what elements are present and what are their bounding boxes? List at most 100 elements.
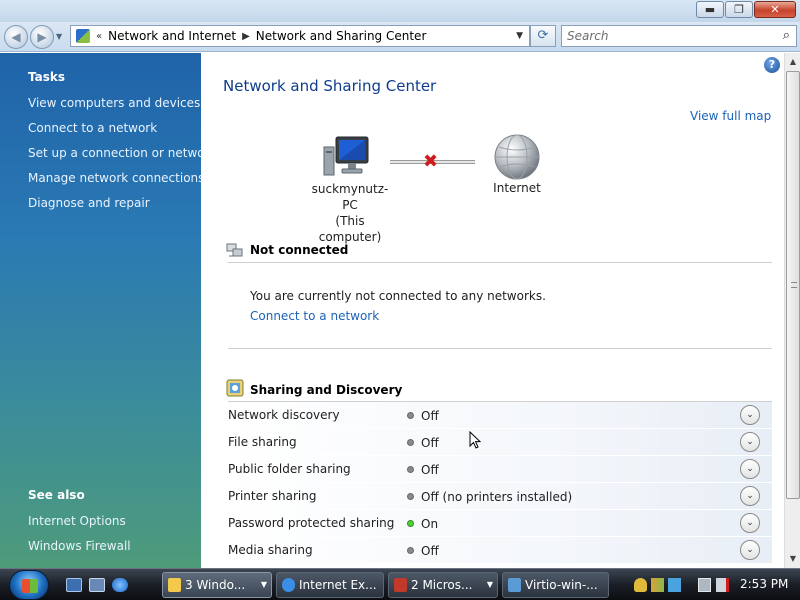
taskbar-item-label: 2 Micros...: [411, 578, 473, 592]
sharing-row-printer-sharing: Printer sharing Off (no printers install…: [226, 483, 772, 510]
status-off-icon: [407, 412, 414, 419]
sidebar-link-connect-network[interactable]: Connect to a network: [28, 121, 157, 135]
taskbar-item-virtio-win[interactable]: Virtio-win-...: [502, 572, 609, 598]
sidebar-link-diagnose-repair[interactable]: Diagnose and repair: [28, 196, 150, 210]
history-dropdown-icon[interactable]: ▼: [56, 32, 62, 41]
computer-name: suckmynutz-PC: [311, 182, 389, 212]
windows-defender-icon[interactable]: [668, 578, 681, 592]
sharing-setting-status: Off: [421, 409, 439, 423]
back-button[interactable]: ◀: [4, 25, 28, 49]
group-dropdown-icon: ▼: [260, 580, 267, 589]
back-arrow-icon: ◀: [11, 30, 21, 44]
disconnected-x-icon[interactable]: ✖: [423, 151, 438, 172]
show-desktop-icon[interactable]: [66, 578, 82, 592]
sidebar-link-internet-options[interactable]: Internet Options: [28, 514, 126, 528]
computer-icon[interactable]: [322, 135, 370, 179]
refresh-button[interactable]: ⟳: [530, 25, 556, 47]
scrollbar-thumb[interactable]: [786, 71, 800, 499]
sidebar-link-view-computers[interactable]: View computers and devices: [28, 96, 200, 110]
forward-arrow-icon: ▶: [37, 30, 47, 44]
expand-button[interactable]: ⌄: [740, 513, 760, 533]
scroll-grip-icon: [791, 282, 797, 288]
status-off-icon: [407, 439, 414, 446]
expand-button[interactable]: ⌄: [740, 486, 760, 506]
maximize-button[interactable]: ❐: [725, 1, 753, 18]
minimize-button[interactable]: ▬: [696, 1, 724, 18]
start-button[interactable]: [9, 570, 49, 600]
status-off-icon: [407, 547, 414, 554]
expand-button[interactable]: ⌄: [740, 432, 760, 452]
breadcrumb-overflow-icon[interactable]: «: [96, 31, 102, 42]
switch-windows-icon[interactable]: [89, 578, 105, 592]
breadcrumb-network-and-sharing-center[interactable]: Network and Sharing Center: [256, 29, 427, 43]
expand-button[interactable]: ⌄: [740, 405, 760, 425]
sharing-row-file-sharing: File sharing Off ⌄: [226, 429, 772, 456]
sharing-setting-name: Printer sharing: [228, 489, 317, 503]
close-button[interactable]: ✕: [754, 1, 796, 18]
expand-button[interactable]: ⌄: [740, 540, 760, 560]
network-disconnected-icon[interactable]: [698, 578, 711, 592]
internet-globe-icon[interactable]: [493, 133, 541, 181]
internet-explorer-icon[interactable]: [112, 578, 128, 592]
expand-button[interactable]: ⌄: [740, 459, 760, 479]
address-bar[interactable]: « Network and Internet ▶ Network and Sha…: [70, 25, 530, 47]
system-clock[interactable]: 2:53 PM: [740, 577, 788, 591]
sharing-row-public-folder-sharing: Public folder sharing Off ⌄: [226, 456, 772, 483]
windows-update-icon[interactable]: [651, 578, 664, 592]
breadcrumb-network-and-internet[interactable]: Network and Internet: [108, 29, 236, 43]
sidebar-link-windows-firewall[interactable]: Windows Firewall: [28, 539, 131, 553]
sharing-setting-name: Network discovery: [228, 408, 340, 422]
sharing-discovery-icon: [226, 379, 244, 397]
sharing-setting-status: On: [421, 517, 439, 531]
internet-label: Internet: [493, 181, 541, 195]
volume-muted-icon[interactable]: [716, 578, 729, 592]
sharing-discovery-title: Sharing and Discovery: [250, 383, 403, 397]
search-icon[interactable]: ⌕: [783, 28, 790, 43]
sharing-setting-status: Off (no printers installed): [421, 490, 573, 504]
section-divider: [228, 262, 772, 263]
sharing-setting-name: File sharing: [228, 435, 297, 449]
connect-to-network-link[interactable]: Connect to a network: [250, 309, 379, 323]
mouse-cursor-icon: [469, 431, 481, 449]
scroll-up-icon[interactable]: ▲: [786, 54, 800, 70]
sidebar: Tasks View computers and devices Connect…: [0, 53, 216, 568]
status-off-icon: [407, 493, 414, 500]
forward-button[interactable]: ▶: [30, 25, 54, 49]
sidebar-link-manage-connections[interactable]: Manage network connections: [28, 171, 204, 185]
windows-logo-icon: [22, 579, 38, 593]
section-divider: [228, 348, 772, 349]
computer-name-label: suckmynutz-PC (This computer): [305, 181, 395, 245]
sharing-row-media-sharing: Media sharing Off ⌄: [226, 537, 772, 564]
help-icon[interactable]: ?: [764, 57, 780, 73]
page-title: Network and Sharing Center: [223, 77, 437, 95]
sharing-row-password-protected-sharing: Password protected sharing On ⌄: [226, 510, 772, 537]
taskbar-item-label: 3 Windo...: [185, 578, 246, 592]
sidebar-link-setup-connection[interactable]: Set up a connection or network: [28, 146, 216, 160]
taskbar-item-microsoft[interactable]: 2 Micros... ▼: [388, 572, 498, 598]
view-full-map-link[interactable]: View full map: [690, 109, 771, 123]
internet-explorer-icon: [282, 578, 295, 592]
window-controls: ▬ ❐ ✕: [696, 1, 796, 18]
control-panel-icon: [76, 29, 90, 43]
breadcrumb-separator-icon[interactable]: ▶: [242, 31, 250, 42]
sharing-setting-status: Off: [421, 463, 439, 477]
vertical-scrollbar[interactable]: ▲ ▼: [784, 53, 800, 568]
application-icon: [394, 578, 407, 592]
taskbar-item-label: Internet Ex...: [299, 578, 377, 592]
sharing-settings-table: Network discovery Off ⌄ File sharing Off…: [226, 402, 772, 564]
address-dropdown-icon[interactable]: ▼: [516, 31, 523, 41]
title-bar: ▬ ❐ ✕: [0, 0, 800, 22]
sharing-setting-status: Off: [421, 436, 439, 450]
sharing-setting-status: Off: [421, 544, 439, 558]
not-connected-message: You are currently not connected to any n…: [250, 289, 546, 303]
scroll-down-icon[interactable]: ▼: [786, 551, 800, 567]
search-box: ⌕: [561, 25, 797, 47]
network-status-icon: [226, 243, 243, 257]
search-input[interactable]: [562, 26, 762, 46]
taskbar-item-windows-explorer[interactable]: 3 Windo... ▼: [162, 572, 272, 598]
sharing-setting-name: Password protected sharing: [228, 516, 395, 530]
taskbar-item-internet-explorer[interactable]: Internet Ex...: [276, 572, 384, 598]
security-shield-icon[interactable]: [634, 578, 647, 592]
sharing-setting-name: Public folder sharing: [228, 462, 351, 476]
taskbar-item-label: Virtio-win-...: [525, 578, 598, 592]
